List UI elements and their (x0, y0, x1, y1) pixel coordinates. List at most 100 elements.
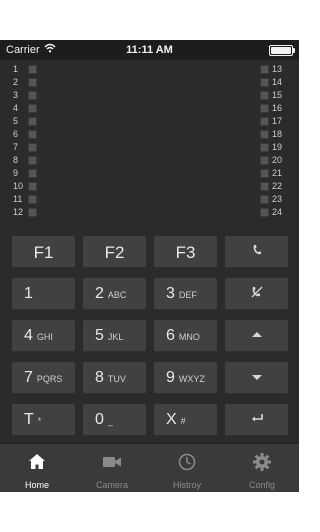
indicator-row: 2 (10, 77, 50, 90)
home-icon (29, 454, 45, 469)
indicator-light (28, 130, 37, 139)
key-3-letters: DEF (178, 290, 197, 300)
arrow-down-icon (225, 370, 288, 385)
key-5-digit: 5 (95, 327, 104, 344)
tab-home-label: Home (24, 480, 49, 490)
key-5[interactable]: 5 JKL (83, 320, 146, 352)
indicator-light (28, 208, 37, 217)
f1-label: F1 (33, 243, 54, 262)
indicator-number: 1 (13, 64, 19, 74)
indicator-row: 9 (10, 168, 50, 181)
indicator-row: 10 (10, 181, 50, 194)
hangup-icon (225, 286, 288, 301)
indicator-row: 13 (258, 64, 298, 77)
clock-icon (178, 453, 196, 471)
key-9-digit: 9 (166, 369, 175, 386)
indicator-light (28, 117, 37, 126)
key-6[interactable]: 6 MNO (154, 320, 217, 352)
key-6-letters: MNO (178, 332, 200, 342)
indicator-number: 17 (272, 116, 283, 126)
key-7-digit: 7 (24, 369, 33, 386)
tab-history[interactable]: Histroy (150, 444, 224, 492)
key-0[interactable]: 0 _ (83, 404, 146, 436)
indicator-number: 15 (272, 90, 283, 100)
f2-key[interactable]: F2 (83, 236, 146, 268)
key-3-digit: 3 (166, 285, 175, 302)
call-key[interactable] (225, 236, 288, 268)
key-x-label: X (166, 411, 177, 428)
tab-config[interactable]: Config (225, 444, 299, 492)
battery-icon (269, 45, 295, 56)
status-bar: Carrier 11:11 AM (0, 40, 299, 60)
indicator-light (260, 156, 269, 165)
key-4-letters: GHI (36, 332, 53, 342)
indicator-number: 22 (272, 181, 283, 191)
key-4[interactable]: 4 GHI (12, 320, 75, 352)
key-t-symbol: * (37, 416, 42, 426)
indicator-light (28, 78, 37, 87)
indicator-number: 8 (13, 155, 19, 165)
indicator-light (260, 117, 269, 126)
key-7-letters: PQRS (36, 374, 63, 384)
enter-key[interactable] (225, 404, 288, 436)
indicator-row: 15 (258, 90, 298, 103)
indicator-light (260, 78, 269, 87)
key-4-digit: 4 (24, 327, 33, 344)
indicator-light (28, 169, 37, 178)
indicator-row: 1 (10, 64, 50, 77)
key-t-label: T (24, 411, 34, 428)
indicator-list-left: 1 2 3 4 5 6 7 8 9 10 11 12 (10, 64, 50, 220)
indicator-light (28, 65, 37, 74)
indicator-number: 9 (13, 168, 19, 178)
indicator-number: 11 (13, 194, 23, 204)
indicator-row: 16 (258, 103, 298, 116)
indicator-light (260, 91, 269, 100)
indicator-light (28, 195, 37, 204)
indicator-number: 2 (13, 77, 19, 87)
indicator-number: 20 (272, 155, 283, 165)
key-7[interactable]: 7 PQRS (12, 362, 75, 394)
indicator-light (260, 104, 269, 113)
down-key[interactable] (225, 362, 288, 394)
indicator-light (260, 65, 269, 74)
indicator-number: 23 (272, 194, 283, 204)
key-0-symbol: _ (107, 416, 113, 426)
tab-home[interactable]: Home (0, 444, 74, 492)
indicator-light (260, 195, 269, 204)
indicator-light (28, 156, 37, 165)
indicator-row: 7 (10, 142, 50, 155)
key-8[interactable]: 8 TUV (83, 362, 146, 394)
f3-key[interactable]: F3 (154, 236, 217, 268)
indicator-number: 16 (272, 103, 283, 113)
tab-history-label: Histroy (172, 480, 201, 490)
indicator-number: 3 (13, 90, 19, 100)
indicator-row: 3 (10, 90, 50, 103)
f1-key[interactable]: F1 (12, 236, 75, 268)
indicator-row: 8 (10, 155, 50, 168)
key-9[interactable]: 9 WXYZ (154, 362, 217, 394)
indicator-row: 17 (258, 116, 298, 129)
gear-icon (253, 453, 271, 471)
key-2-digit: 2 (95, 285, 104, 302)
key-t[interactable]: T * (12, 404, 75, 436)
camera-icon (103, 457, 121, 467)
app-screen: Carrier 11:11 AM 1 2 3 4 5 6 7 8 9 10 11 12 13 14 15 1… (0, 40, 299, 492)
tab-config-label: Config (248, 480, 275, 490)
indicator-light (260, 169, 269, 178)
tab-camera[interactable]: Camera (75, 444, 149, 492)
f2-label: F2 (104, 243, 125, 262)
indicator-number: 19 (272, 142, 283, 152)
f3-label: F3 (175, 243, 196, 262)
key-x[interactable]: X # (154, 404, 217, 436)
indicator-list-right: 13 14 15 16 17 18 19 20 21 22 23 24 (258, 64, 298, 220)
key-3[interactable]: 3 DEF (154, 278, 217, 310)
phone-icon (225, 244, 288, 259)
tab-camera-label: Camera (95, 480, 128, 490)
key-1[interactable]: 1 (12, 278, 75, 310)
up-key[interactable] (225, 320, 288, 352)
hangup-key[interactable] (225, 278, 288, 310)
key-0-digit: 0 (95, 411, 104, 428)
key-2[interactable]: 2 ABC (83, 278, 146, 310)
indicator-number: 14 (272, 77, 283, 87)
indicator-light (28, 182, 37, 191)
